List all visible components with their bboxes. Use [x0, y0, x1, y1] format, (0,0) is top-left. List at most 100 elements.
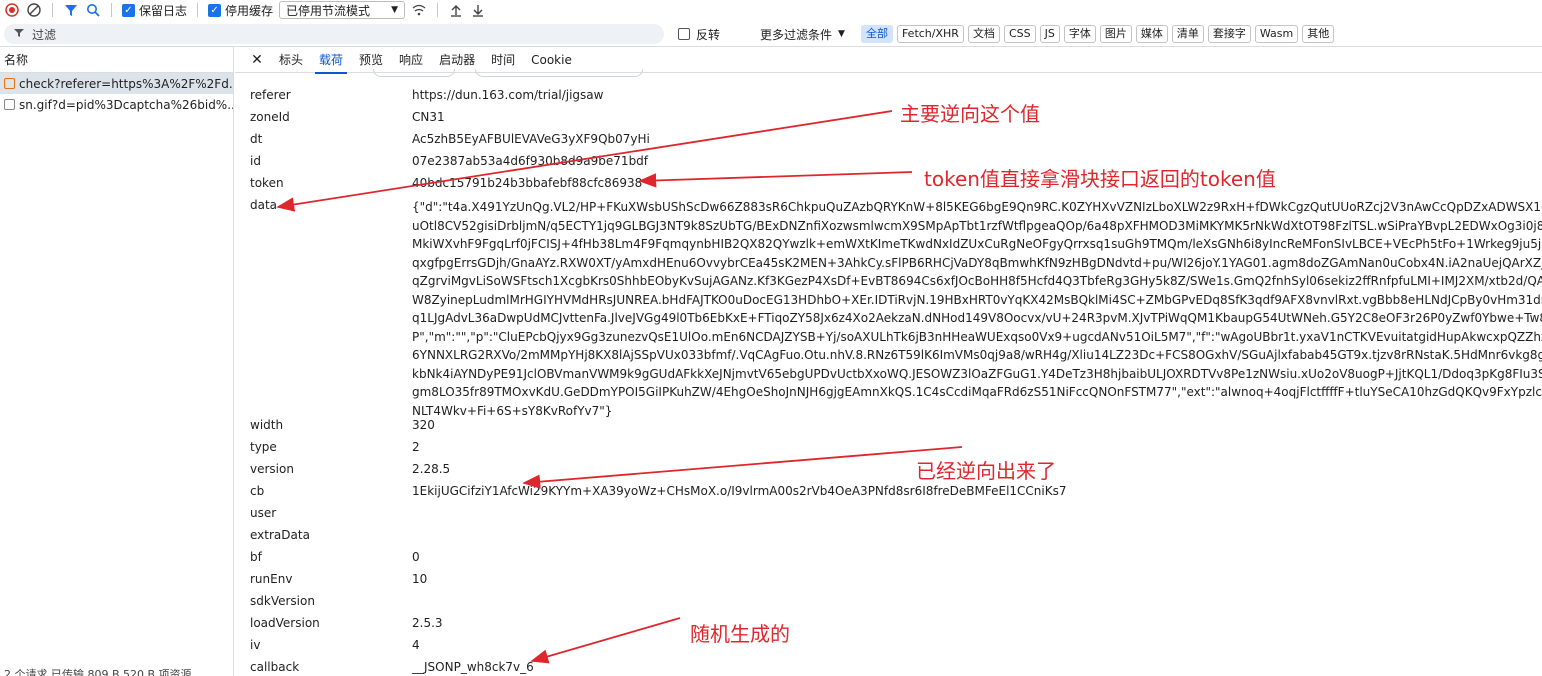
- data-line: P","m":"","p":"CluEPcbQjyx9Gg3zunezvQsE1…: [412, 329, 1542, 344]
- tab-payload[interactable]: 载荷: [311, 47, 351, 74]
- data-line: uOtl8CV52gisiDrbljmN/q5ECTY1jq9GLBGJ3NT9…: [412, 218, 1542, 233]
- type-chip-fetch-xhr[interactable]: Fetch/XHR: [896, 25, 964, 43]
- filter-input[interactable]: 过滤: [4, 24, 664, 44]
- payload-value: 2.5.3: [412, 616, 443, 630]
- type-chip-manifest[interactable]: 清单: [1171, 25, 1204, 43]
- more-filters-label: 更多过滤条件: [760, 27, 833, 42]
- request-name: sn.gif?d=pid%3Dcaptcha%26bid%...: [19, 97, 233, 112]
- payload-key: runEnv: [250, 572, 293, 586]
- type-chip-img[interactable]: 图片: [1099, 25, 1132, 43]
- search-icon[interactable]: [85, 2, 101, 18]
- data-line: gm8LO35fr89TMOxvKdU.GeDDmYPOI5GiIPKuhZW/…: [412, 385, 1542, 399]
- request-row[interactable]: sn.gif?d=pid%3Dcaptcha%26bid%...: [0, 94, 233, 115]
- devtools-toolbar: ✓ 保留日志 ✓ 停用缓存 已停用节流模式 ▼: [0, 0, 1542, 20]
- more-filters-dropdown[interactable]: 更多过滤条件 ▼: [760, 26, 845, 43]
- toolbar-divider: [111, 3, 112, 17]
- payload-value: CN31: [412, 110, 445, 124]
- filter-bar: 过滤 反转 更多过滤条件 ▼ 全部 Fetch/XHR 文档 CSS JS 字体…: [0, 22, 1542, 46]
- disable-cache-checkbox[interactable]: ✓ 停用缓存: [208, 2, 273, 19]
- payload-key: cb: [250, 484, 265, 498]
- payload-value: 10: [412, 572, 428, 586]
- filter-placeholder: 过滤: [32, 27, 57, 42]
- disable-cache-label: 停用缓存: [225, 3, 274, 18]
- request-name: check?referer=https%3A%2F%2Fd...: [19, 76, 233, 91]
- toolbar-divider: [52, 3, 53, 17]
- throttle-select[interactable]: 已停用节流模式 ▼: [279, 1, 406, 19]
- chevron-down-icon: ▼: [391, 5, 399, 15]
- data-line: qZgrviMgvLiSoWSFtsch1XcgbKrs0ShhbEObyKvS…: [412, 274, 1542, 288]
- type-chip-css[interactable]: CSS: [1003, 25, 1036, 43]
- payload-value: 2: [412, 440, 420, 454]
- invert-checkbox[interactable]: 反转: [678, 26, 720, 43]
- payload-value: 1EkijUGCifziY1AfcWi29KYYm+XA39yoWz+CHsMo…: [412, 484, 1067, 498]
- annotation-main-target: 主要逆向这个值: [900, 102, 1040, 126]
- export-har-icon[interactable]: [470, 2, 486, 18]
- payload-key: referer: [250, 88, 291, 102]
- payload-value: https://dun.163.com/trial/jigsaw: [412, 88, 604, 102]
- payload-key: extraData: [250, 528, 310, 542]
- xhr-request-icon: [4, 78, 15, 89]
- data-line: q1LJgAdvL36aDwpUdMCJvttenFa.JlveJVGg49l0…: [412, 311, 1542, 325]
- preserve-log-label: 保留日志: [139, 3, 188, 18]
- import-har-icon[interactable]: [448, 2, 464, 18]
- resource-type-filters: 全部 Fetch/XHR 文档 CSS JS 字体 图片 媒体 清单 套接字 W…: [860, 25, 1335, 43]
- payload-key: loadVersion: [250, 616, 320, 630]
- invert-label: 反转: [696, 27, 721, 42]
- payload-value: 4: [412, 638, 420, 652]
- payload-key: type: [250, 440, 277, 454]
- type-chip-js[interactable]: JS: [1039, 25, 1060, 43]
- name-column-header[interactable]: 名称: [0, 47, 233, 73]
- status-summary: 2 个请求 已传输 809 B 520 B 项资源: [4, 668, 192, 676]
- type-chip-other[interactable]: 其他: [1302, 25, 1335, 43]
- tab-headers[interactable]: 标头: [271, 47, 311, 73]
- payload-data-value: {"d":"t4a.X491YzUnQg.VL2/HP+FKuXWsbUShSc…: [412, 198, 1542, 420]
- payload-key: version: [250, 462, 294, 476]
- data-line: kbNk4iAYNDyPE91JclOBVmanVWM9k9gGUdAFkkXe…: [412, 366, 1542, 381]
- close-icon[interactable]: ✕: [247, 52, 267, 68]
- payload-value: 320: [412, 418, 435, 432]
- request-list: 名称 check?referer=https%3A%2F%2Fd... sn.g…: [0, 47, 234, 676]
- payload-key: data: [250, 198, 278, 212]
- request-details: ✕ 标头 载荷 预览 响应 启动器 时间 Cookie referer http…: [235, 47, 1542, 676]
- throttle-value: 已停用节流模式: [286, 3, 371, 18]
- payload-key: dt: [250, 132, 263, 146]
- annotation-reversed: 已经逆向出来了: [916, 459, 1056, 483]
- request-row[interactable]: check?referer=https%3A%2F%2Fd...: [0, 73, 233, 94]
- payload-key: callback: [250, 660, 300, 674]
- checkbox-unchecked-icon: [678, 28, 690, 40]
- payload-value: __JSONP_wh8ck7v_6: [412, 660, 534, 674]
- type-chip-socket[interactable]: 套接字: [1207, 25, 1251, 43]
- checkbox-checked-icon: ✓: [122, 3, 135, 17]
- payload-key: token: [250, 176, 284, 190]
- clear-icon[interactable]: [26, 2, 42, 18]
- preserve-log-checkbox[interactable]: ✓ 保留日志: [122, 2, 187, 19]
- record-stop-icon[interactable]: [4, 2, 20, 18]
- payload-value: 40bdc15791b24b3bbafebf88cfc86938: [412, 176, 643, 190]
- toolbar-divider: [197, 3, 199, 17]
- toolbar-divider: [437, 3, 439, 17]
- checkbox-checked-icon: ✓: [208, 3, 222, 17]
- section-edge: [373, 69, 455, 77]
- type-chip-media[interactable]: 媒体: [1135, 25, 1168, 43]
- payload-row-data: data {"d":"t4a.X491YzUnQg.VL2/HP+FKuXWsb…: [250, 198, 1542, 418]
- filter-funnel-icon[interactable]: [63, 2, 79, 18]
- section-edge: [475, 69, 643, 77]
- payload-key: bf: [250, 550, 262, 564]
- type-chip-doc[interactable]: 文档: [967, 25, 1000, 43]
- payload-key: zoneId: [250, 110, 290, 124]
- document-request-icon: [4, 99, 15, 110]
- data-line: NLT4Wkv+Fi+6S+sY8KvRofYv7"}: [412, 403, 613, 418]
- network-conditions-icon[interactable]: [411, 2, 427, 18]
- data-line: qxgfpgErrsGDjh/GnaAYz.RXW0XT/yAmxdHEnu6O…: [412, 255, 1542, 270]
- annotation-random: 随机生成的: [690, 622, 790, 646]
- payload-key: id: [250, 154, 261, 168]
- data-line: {"d":"t4a.X491YzUnQg.VL2/HP+FKuXWsbUShSc…: [412, 200, 1542, 214]
- type-chip-all[interactable]: 全部: [860, 25, 893, 43]
- payload-value: 0: [412, 550, 420, 564]
- payload-value: Ac5zhB5EyAFBUlEVAVeG3yXF9Qb07yHi: [412, 132, 650, 146]
- type-chip-font[interactable]: 字体: [1063, 25, 1096, 43]
- type-chip-wasm[interactable]: Wasm: [1254, 25, 1299, 43]
- payload-key: sdkVersion: [250, 594, 315, 608]
- payload-value: 2.28.5: [412, 462, 451, 476]
- annotation-token-source: token值直接拿滑块接口返回的token值: [924, 167, 1276, 191]
